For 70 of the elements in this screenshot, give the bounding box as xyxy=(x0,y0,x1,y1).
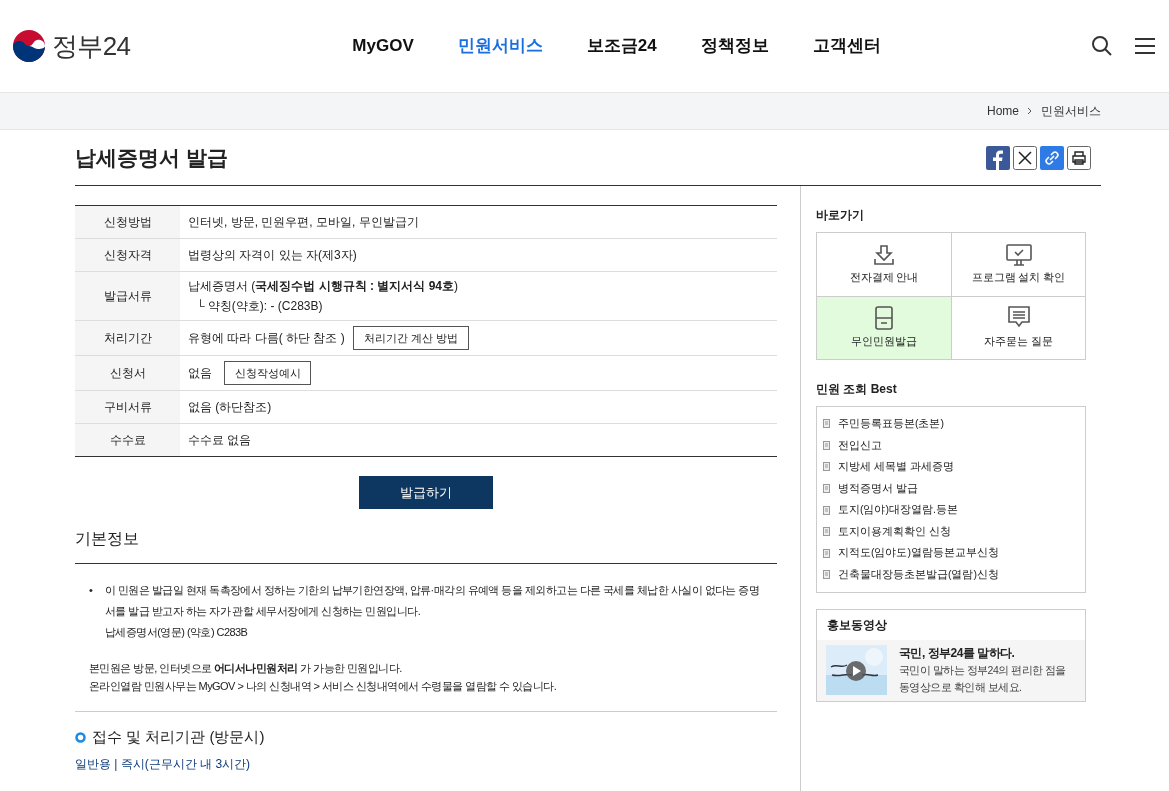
popular-service-link[interactable]: 토지(임야)대장열람.등본 xyxy=(838,502,958,519)
table-cell-text: 수수료 없음 xyxy=(188,432,252,449)
logo-icon xyxy=(12,29,46,63)
document-icon xyxy=(823,527,830,537)
monitor-icon xyxy=(1005,243,1032,266)
table-cell-text: 법령상의 자격이 있는 자(제3자) xyxy=(188,247,357,264)
table-cell-text: 납세증명서 (국세징수법 시행규칙 : 별지서식 94호) xyxy=(188,278,459,295)
table-button[interactable]: 신청작성예시 xyxy=(224,361,311,385)
page-title: 납세증명서 발급 xyxy=(75,144,228,171)
circle-bullet-icon xyxy=(75,731,86,743)
table-header-cell: 신청서 xyxy=(75,355,180,391)
shortcut-tile[interactable]: 무인민원발급 xyxy=(817,296,951,359)
table-header-cell: 발급서류 xyxy=(75,271,180,321)
nav-link[interactable]: MyGOV xyxy=(352,33,414,59)
table-cell-text: 인터넷, 방문, 민원우편, 모바일, 무인발급기 xyxy=(188,214,419,231)
popular-service-link[interactable]: 건축물대장등초본발급(열람)신청 xyxy=(838,567,999,583)
breadcrumb-link[interactable]: 민원서비스 xyxy=(1041,102,1101,120)
menu-icon[interactable] xyxy=(1135,37,1155,55)
bullet-mark: • xyxy=(89,583,94,598)
table-cell-text: 없음 (하단참조) xyxy=(188,399,272,416)
sidebar-heading: 민원 조회 Best xyxy=(816,381,898,398)
sidebar-heading: 바로가기 xyxy=(816,207,865,224)
document-icon xyxy=(823,548,830,558)
shortcut-tile[interactable]: 자주묻는 질문 xyxy=(951,296,1085,359)
breadcrumb-link[interactable]: Home xyxy=(987,102,1019,120)
search-icon[interactable] xyxy=(1091,35,1113,57)
sidebar-heading: 홍보동영상 xyxy=(826,616,888,634)
issue-button[interactable]: 발급하기 xyxy=(359,476,493,509)
nav-link[interactable]: 민원서비스 xyxy=(457,33,543,59)
description-text: 납세증명서(영문) (약호) C283B xyxy=(105,625,249,640)
table-cell-text: └ 약칭(약호): - (C283B) xyxy=(195,298,324,315)
facebook-icon[interactable] xyxy=(986,145,1010,170)
table-cell-text: 유형에 따라 다름( 하단 참조 ) xyxy=(188,330,345,347)
kiosk-icon xyxy=(875,306,893,331)
document-icon xyxy=(823,484,830,494)
document-icon xyxy=(823,440,830,450)
video-description: 국민이 말하는 정부24의 편리한 점을 동영상으로 확인해 보세요. xyxy=(899,662,1066,695)
popular-service-link[interactable]: 주민등록표등본(초본) xyxy=(838,415,944,432)
x-icon[interactable] xyxy=(1013,145,1037,170)
note-text: 본민원은 방문, 인터넷으로 어디서나민원처리 가 가능한 민원입니다. xyxy=(89,661,403,676)
table-cell-text: 없음 xyxy=(188,365,212,382)
link-icon[interactable] xyxy=(1040,145,1064,170)
table-header-cell: 신청자격 xyxy=(75,238,180,272)
section-heading: 접수 및 처리기관 (방문시) xyxy=(92,727,265,747)
popular-service-link[interactable]: 지방세 세목별 과세증명 xyxy=(838,459,954,475)
table-header-cell: 신청방법 xyxy=(75,205,180,239)
logo-text[interactable]: 정부24 xyxy=(52,26,131,66)
chevron-icon xyxy=(1027,107,1033,115)
video-title[interactable]: 국민, 정부24를 말하다. xyxy=(899,644,1066,662)
document-icon xyxy=(823,570,830,580)
download-icon xyxy=(873,243,895,266)
popular-service-link[interactable]: 병적증명서 발급 xyxy=(838,480,918,497)
popular-service-link[interactable]: 전입신고 xyxy=(838,437,882,454)
nav-link[interactable]: 정책정보 xyxy=(700,33,769,59)
document-icon xyxy=(823,462,830,472)
print-icon[interactable] xyxy=(1067,145,1091,170)
table-header-cell: 수수료 xyxy=(75,423,180,457)
note-text: 온라인열람 민원사무는 MyGOV > 나의 신청내역 > 서비스 신청내역에서 수령물을 열람할 수 있습니다. xyxy=(89,679,558,694)
nav-link[interactable]: 고객센터 xyxy=(812,33,881,59)
popular-service-link[interactable]: 토지이용계획확인 신청 xyxy=(838,523,951,540)
table-button[interactable]: 처리기간 계산 방법 xyxy=(352,326,469,350)
popular-service-link[interactable]: 지적도(임야도)열람등본교부신청 xyxy=(838,545,999,562)
section-heading: 기본정보 xyxy=(75,527,777,564)
nav-link[interactable]: 보조금24 xyxy=(586,33,657,59)
document-icon xyxy=(823,505,830,515)
description-text: 이 민원은 발급일 현재 독촉장에서 정하는 기한의 납부기한연장액, 압류·매각의 유예액 등을 제외하고는 다른 국세를 체납한 사실이 없다는 증명서를 발급 받고자 하는 자가 관할 세무서장에게 신청하는 민원입니다. xyxy=(105,583,761,619)
agency-detail: 일반용 | 즉시(근무시간 내 3시간) xyxy=(75,755,252,773)
document-icon xyxy=(823,419,830,429)
table-header-cell: 구비서류 xyxy=(75,390,180,424)
table-header-cell: 처리기간 xyxy=(75,320,180,356)
